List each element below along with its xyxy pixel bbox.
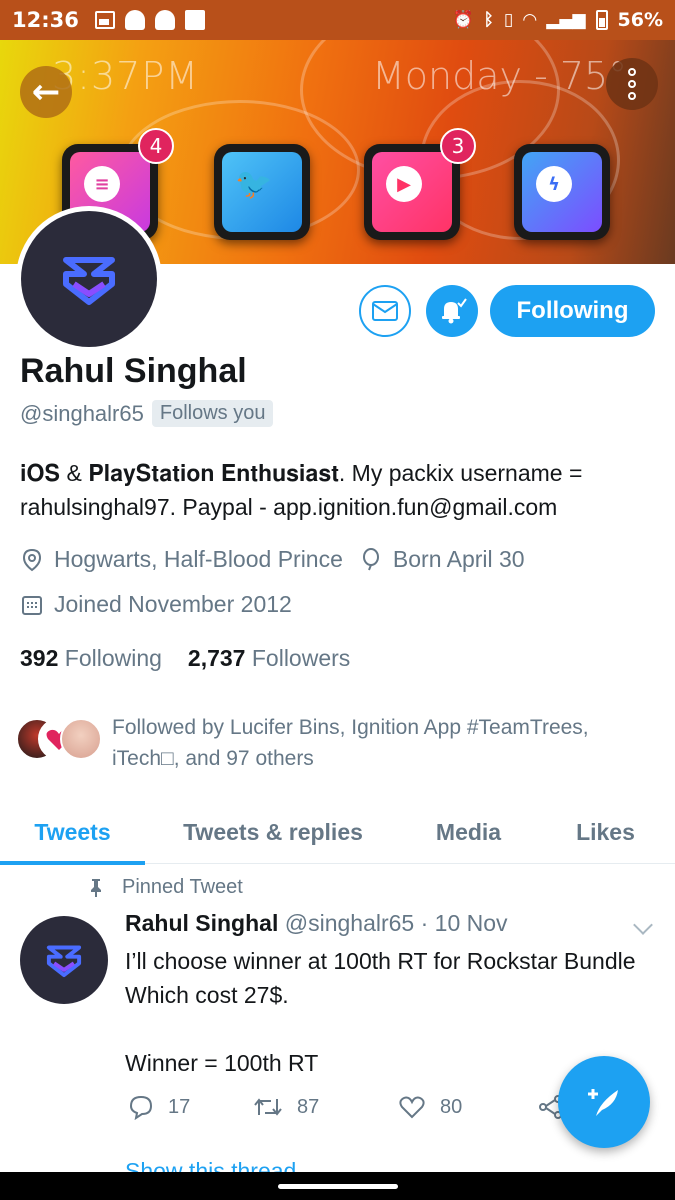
reply-icon <box>129 1095 153 1120</box>
tweet-body: I’ll choose winner at 100th RT for Rocks… <box>125 948 636 1076</box>
profile-location: Hogwarts, Half-Blood Prince <box>54 546 343 572</box>
like-count: 80 <box>440 1095 463 1118</box>
retweet-count: 87 <box>297 1095 320 1118</box>
status-bar: 12:36 ⏰ ᛒ ▯ ◠ ▂▄▆ 56% <box>0 0 675 40</box>
tweet-actions: 17 87 80 <box>128 1094 564 1120</box>
following-button[interactable]: Following <box>490 285 655 337</box>
tab-likes[interactable]: Likes <box>536 800 675 864</box>
play-icon: ▶ <box>386 166 422 202</box>
logo-icon <box>63 257 115 305</box>
pinned-tweet-text: Pinned Tweet <box>122 876 243 898</box>
status-time: 12:36 <box>12 8 79 32</box>
followed-by-text: Followed by Lucifer Bins, Ignition App #… <box>112 716 589 770</box>
profile-joined: Joined November 2012 <box>54 591 292 617</box>
profile-avatar[interactable] <box>16 206 162 352</box>
pinned-tweet-label: Pinned Tweet <box>88 876 243 899</box>
chat-bubble-icon: ≡ <box>84 166 120 202</box>
banner-day-text: Monday - 75° <box>372 54 628 98</box>
followers-count: 2,737 <box>187 645 246 671</box>
retweet-icon <box>254 1098 282 1116</box>
battery-icon <box>595 10 608 30</box>
back-button[interactable]: ← <box>20 66 72 118</box>
retweet-action[interactable]: 87 <box>253 1094 398 1120</box>
signal-icon: ▂▄▆ <box>546 10 586 30</box>
heart-icon <box>399 1096 425 1119</box>
snapchat-icon-2 <box>154 10 175 30</box>
profile-joined-row: Joined November 2012 <box>20 591 292 618</box>
bluetooth-icon: ᛒ <box>483 10 494 30</box>
followers-label: Followers <box>251 645 351 671</box>
profile-tabs: Tweets Tweets & replies Media Likes <box>0 800 675 865</box>
tweet-header: Rahul Singhal @singhalr65 · 10 Nov <box>125 910 508 937</box>
reply-count: 17 <box>168 1095 191 1118</box>
compose-feather-icon <box>588 1089 618 1116</box>
home-gesture-bar[interactable] <box>277 1183 398 1189</box>
tab-media[interactable]: Media <box>401 800 536 864</box>
follows-you-badge: Follows you <box>151 400 274 427</box>
reply-action[interactable]: 17 <box>128 1094 253 1120</box>
handle-row: @singhalr65 Follows you <box>20 400 274 427</box>
snapchat-icon <box>124 10 145 30</box>
tweet-meta: @singhalr65 · 10 Nov <box>284 910 508 936</box>
notifications-button[interactable] <box>426 285 478 337</box>
system-navigation-bar <box>0 1172 675 1200</box>
back-arrow-icon: ← <box>31 72 61 112</box>
tweet-avatar[interactable] <box>20 916 108 1004</box>
compose-tweet-button[interactable] <box>558 1056 650 1148</box>
more-dot-icon <box>628 68 636 76</box>
banner-clock-text: 3:37PM <box>52 54 200 98</box>
twitter-bird-icon: 🐦 <box>235 166 273 202</box>
location-pin-icon <box>20 548 44 572</box>
envelope-icon <box>372 301 398 321</box>
tab-tweets-replies[interactable]: Tweets & replies <box>145 800 401 864</box>
tab-tweets[interactable]: Tweets <box>0 800 145 865</box>
like-action[interactable]: 80 <box>398 1094 538 1120</box>
pin-icon <box>91 878 101 897</box>
message-button[interactable] <box>359 285 411 337</box>
avatar <box>60 718 102 760</box>
more-dot-icon <box>628 92 636 100</box>
follower-avatars <box>16 712 102 762</box>
logo-icon <box>46 945 82 978</box>
vibrate-icon: ▯ <box>503 10 514 30</box>
alarm-icon: ⏰ <box>452 10 474 30</box>
follow-counts: 392 Following 2,737 Followers <box>20 645 350 672</box>
bell-check-icon <box>442 298 467 324</box>
app-badge: 3 <box>440 128 476 164</box>
profile-handle: @singhalr65 <box>20 400 144 426</box>
tweet-author[interactable]: Rahul Singhal <box>125 910 278 936</box>
profile-birthday: Born April 30 <box>392 546 525 572</box>
banner-app-tile-youtube: ▶ 3 <box>364 128 476 240</box>
more-dot-icon <box>628 80 636 88</box>
wifi-icon: ◠ <box>523 10 537 30</box>
following-label: Following <box>64 645 162 671</box>
followers-count-link[interactable]: 2,737 Followers <box>188 645 350 672</box>
profile-meta-row: Hogwarts, Half-Blood Prince Born April 3… <box>20 546 525 573</box>
calendar-icon <box>20 593 44 617</box>
banner-app-tile-twitter: 🐦 <box>214 144 310 240</box>
following-count-link[interactable]: 392 Following <box>20 645 162 672</box>
gallery-notification-icon <box>94 11 115 29</box>
profile-name: Rahul Singhal <box>20 352 247 390</box>
battery-percent: 56% <box>617 9 663 31</box>
chevron-down-icon[interactable] <box>633 915 653 935</box>
app-badge: 4 <box>138 128 174 164</box>
banner-app-tile-messenger: ϟ <box>514 144 610 240</box>
notification-square-icon <box>184 10 205 30</box>
messenger-icon: ϟ <box>536 166 572 202</box>
profile-bio: 𝐢𝐎𝐒 & 𝐏𝐥𝐚𝐲𝐒𝐭𝐚𝐭𝐢𝐨𝐧 𝐄𝐧𝐭𝐡𝐮𝐬𝐢𝐚𝐬𝐭. My packix … <box>20 460 583 520</box>
followed-by-row[interactable]: Followed by Lucifer Bins, Ignition App #… <box>16 712 652 774</box>
more-options-button[interactable] <box>606 58 658 110</box>
balloon-icon <box>359 547 383 572</box>
following-count: 392 <box>20 645 59 671</box>
